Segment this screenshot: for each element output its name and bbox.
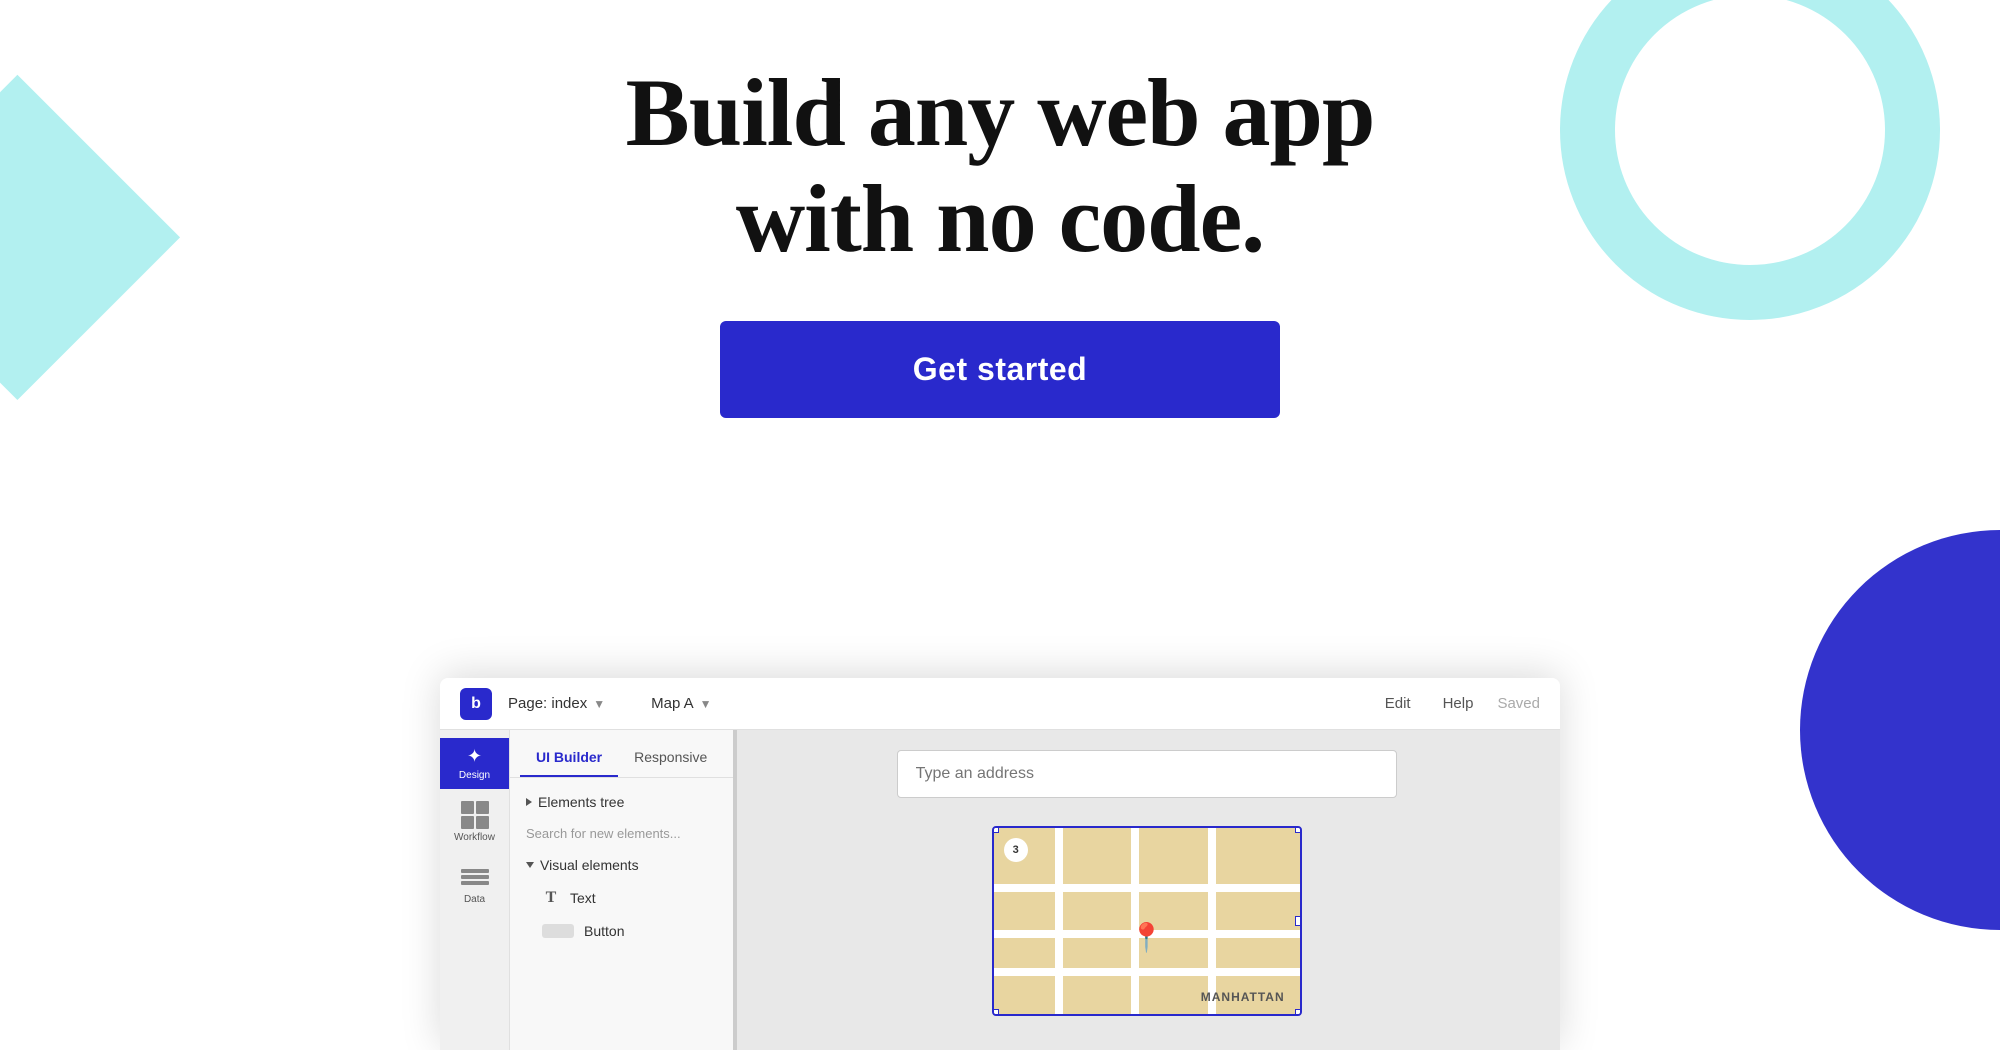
resize-handle-bl[interactable] — [992, 1009, 999, 1016]
icon-sidebar: ✦ Design Workflow — [440, 730, 510, 1050]
resize-handle-mr[interactable] — [1295, 916, 1302, 926]
app-toolbar: b Page: index ▼ Map A ▼ Edit Help Saved — [440, 678, 1560, 730]
page-selector[interactable]: Page: index ▼ — [508, 695, 605, 712]
text-element-icon: T — [542, 889, 560, 907]
app-body: ✦ Design Workflow — [440, 730, 1560, 1050]
map-location-label: MANHATTAN — [1201, 990, 1285, 1004]
elements-tree-row[interactable]: Elements tree — [510, 786, 733, 818]
hero-title: Build any web app with no code. — [626, 60, 1375, 271]
text-element-row[interactable]: T Text — [510, 881, 733, 915]
app-window: b Page: index ▼ Map A ▼ Edit Help Saved … — [440, 678, 1560, 1050]
get-started-button[interactable]: Get started — [720, 321, 1280, 418]
workflow-nav-item[interactable]: Workflow — [440, 793, 509, 851]
app-logo: b — [460, 688, 492, 720]
data-label: Data — [464, 894, 485, 905]
design-nav-item[interactable]: ✦ Design — [440, 738, 509, 789]
map-street-h1 — [994, 884, 1300, 892]
map-preview: 3 📍 MANHATTAN — [992, 826, 1302, 1016]
button-element-icon — [542, 924, 574, 938]
expand-arrow-icon — [526, 798, 532, 806]
hero-section: Build any web app with no code. Get star… — [0, 0, 2000, 418]
text-element-label: Text — [570, 890, 596, 906]
workflow-label: Workflow — [454, 832, 495, 843]
help-menu[interactable]: Help — [1435, 691, 1482, 716]
workflow-icon — [461, 801, 489, 829]
search-elements-text: Search for new elements... — [526, 826, 681, 841]
visual-elements-arrow-icon — [526, 862, 534, 868]
map-label: Map A — [651, 695, 694, 712]
design-label: Design — [459, 770, 490, 781]
design-icon: ✦ — [467, 746, 482, 767]
map-street-v3 — [1208, 828, 1216, 1014]
deco-semicircle — [1800, 530, 2000, 930]
sidebar-main: UI Builder Responsive Elements tree Sear… — [510, 730, 733, 1050]
tab-ui-builder[interactable]: UI Builder — [520, 739, 618, 777]
map-selector[interactable]: Map A ▼ — [651, 695, 711, 712]
left-panel: ✦ Design Workflow — [440, 730, 733, 1050]
page-dropdown-arrow: ▼ — [593, 697, 605, 711]
resize-handle-br[interactable] — [1295, 1009, 1302, 1016]
map-number-badge: 3 — [1004, 838, 1028, 862]
edit-menu[interactable]: Edit — [1377, 691, 1419, 716]
address-input-preview[interactable] — [897, 750, 1397, 798]
visual-elements-row[interactable]: Visual elements — [510, 849, 733, 881]
map-dropdown-arrow: ▼ — [700, 697, 712, 711]
data-icon — [461, 863, 489, 891]
saved-status: Saved — [1497, 695, 1540, 712]
resize-handle-tr[interactable] — [1295, 826, 1302, 833]
tab-responsive[interactable]: Responsive — [618, 739, 723, 777]
main-canvas: 3 📍 MANHATTAN — [733, 730, 1560, 1050]
sidebar-tabs: UI Builder Responsive — [510, 730, 733, 778]
search-elements-row: Search for new elements... — [510, 818, 733, 849]
button-element-label: Button — [584, 923, 624, 939]
elements-tree-label: Elements tree — [538, 794, 624, 810]
sidebar-content: Elements tree Search for new elements...… — [510, 778, 733, 1050]
button-element-row[interactable]: Button — [510, 915, 733, 947]
map-street-v1 — [1055, 828, 1063, 1014]
map-street-h3 — [994, 968, 1300, 976]
resize-handle-tl[interactable] — [992, 826, 999, 833]
map-pin-icon: 📍 — [1129, 921, 1164, 954]
data-nav-item[interactable]: Data — [440, 855, 509, 913]
page-label: Page: index — [508, 695, 587, 712]
visual-elements-label: Visual elements — [540, 857, 639, 873]
